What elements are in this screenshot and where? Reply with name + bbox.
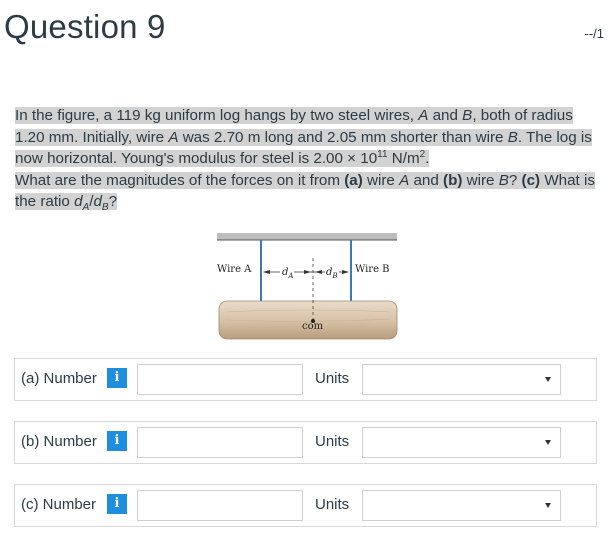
wire-a-label: Wire A: [217, 264, 252, 275]
wire-b-label: Wire B: [355, 264, 390, 275]
answer-label-b: (b) Number: [21, 433, 97, 450]
answer-row-a: (a) Number i Units: [14, 358, 597, 401]
question-paragraph-2: What are the magnitudes of the forces on…: [15, 171, 595, 214]
question-paragraph-1: In the figure, a 119 kg uniform log hang…: [15, 107, 592, 167]
number-input-a[interactable]: [137, 364, 303, 395]
units-label-c: Units: [315, 496, 350, 513]
info-icon[interactable]: i: [107, 431, 127, 451]
points-display: --/1: [584, 26, 605, 41]
answer-label-a: (a) Number: [21, 370, 97, 387]
answer-row-c: (c) Number i Units: [14, 484, 597, 527]
ceiling: [217, 233, 397, 240]
info-icon[interactable]: i: [107, 494, 127, 514]
number-input-b[interactable]: [137, 427, 303, 458]
answer-label-c: (c) Number: [21, 496, 97, 513]
log-figure: Wire A Wire B dA dB com: [215, 228, 400, 346]
question-title: Question 9: [4, 8, 166, 45]
chevron-down-icon: [545, 440, 551, 445]
chevron-down-icon: [545, 377, 551, 382]
units-label-b: Units: [315, 433, 350, 450]
info-icon[interactable]: i: [107, 368, 127, 388]
units-label-a: Units: [315, 370, 350, 387]
com-label: com: [302, 321, 324, 332]
chevron-down-icon: [545, 503, 551, 508]
units-select-c[interactable]: [362, 490, 561, 521]
question-text: In the figure, a 119 kg uniform log hang…: [15, 105, 595, 213]
log-diagram: Wire A Wire B dA dB com: [217, 233, 398, 340]
answer-row-b: (b) Number i Units: [14, 421, 597, 464]
number-input-c[interactable]: [137, 490, 303, 521]
units-select-b[interactable]: [362, 427, 561, 458]
units-select-a[interactable]: [362, 364, 561, 395]
